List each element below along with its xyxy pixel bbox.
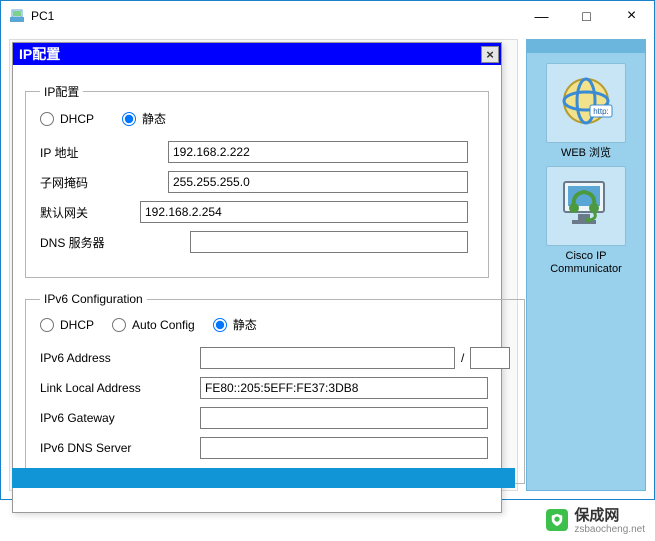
ipv6-addr-input[interactable] [200, 347, 455, 369]
ipv4-fieldset: IP配置 DHCP 静态 IP 地址 [25, 83, 489, 278]
gateway-label: 默认网关 [40, 204, 140, 221]
ipv6-auto-radio[interactable]: Auto Config [112, 318, 195, 332]
ipv6-prefix-slash: / [461, 351, 464, 365]
link-local-label: Link Local Address [40, 381, 200, 395]
ipv4-dhcp-radio-input[interactable] [40, 112, 54, 126]
ipv6-dhcp-radio-input[interactable] [40, 318, 54, 332]
window-controls: — □ × [519, 2, 654, 30]
bottom-bar [12, 468, 515, 488]
dialog-body: IP配置 DHCP 静态 IP 地址 [13, 65, 501, 512]
ipv6-static-radio-input[interactable] [213, 318, 227, 332]
ipv4-static-radio-input[interactable] [122, 112, 136, 126]
desktop-sidebar: http: WEB 浏览 [526, 39, 646, 491]
ipv6-dhcp-label: DHCP [60, 318, 94, 332]
cisco-communicator-icon [546, 166, 626, 246]
content-area: IP配置 × IP配置 DHCP 静态 [1, 31, 654, 499]
ipv6-auto-radio-input[interactable] [112, 318, 126, 332]
link-local-input[interactable] [200, 377, 488, 399]
left-pane: IP配置 × IP配置 DHCP 静态 [9, 39, 518, 491]
ipv6-dhcp-radio[interactable]: DHCP [40, 318, 94, 332]
ipv4-radio-row: DHCP 静态 [40, 110, 474, 127]
watermark-text: 保成网 [574, 507, 619, 524]
ipv6-dns-input[interactable] [200, 437, 488, 459]
ipv4-static-radio[interactable]: 静态 [122, 110, 166, 127]
web-browser-icon: http: [546, 63, 626, 143]
dns-label: DNS 服务器 [40, 234, 190, 251]
window-title: PC1 [31, 9, 54, 23]
svg-text:http:: http: [593, 107, 609, 116]
watermark: 保成网 zsbaocheng.net [546, 504, 645, 535]
ipv4-dhcp-radio[interactable]: DHCP [40, 112, 94, 126]
titlebar: PC1 — □ × [1, 1, 654, 31]
ipv6-static-radio[interactable]: 静态 [213, 316, 257, 333]
dns-input[interactable] [190, 231, 468, 253]
shield-icon [546, 509, 568, 531]
ipv4-legend: IP配置 [40, 83, 83, 100]
shortcut-label: WEB 浏览 [561, 147, 611, 160]
ipv6-prefix-input[interactable] [470, 347, 510, 369]
ipv6-addr-label: IPv6 Address [40, 351, 200, 365]
dialog-title: IP配置 [19, 44, 60, 64]
shortcut-web-browser[interactable]: http: WEB 浏览 [546, 63, 626, 160]
ipv6-legend: IPv6 Configuration [40, 292, 147, 306]
subnet-mask-input[interactable] [168, 171, 468, 193]
app-icon [9, 8, 25, 24]
ipv6-gateway-input[interactable] [200, 407, 488, 429]
subnet-mask-label: 子网掩码 [40, 174, 168, 191]
ip-config-dialog: IP配置 × IP配置 DHCP 静态 [12, 42, 502, 513]
ipv6-auto-label: Auto Config [132, 318, 195, 332]
ipv6-dns-label: IPv6 DNS Server [40, 441, 200, 455]
shortcut-label: Cisco IP Communicator [531, 250, 641, 276]
ipv4-static-label: 静态 [142, 110, 166, 127]
gateway-input[interactable] [140, 201, 468, 223]
dialog-close-button[interactable]: × [481, 46, 499, 63]
shortcut-cisco-communicator[interactable]: Cisco IP Communicator [531, 166, 641, 276]
maximize-button[interactable]: □ [564, 2, 609, 30]
dialog-titlebar[interactable]: IP配置 × [13, 43, 501, 65]
ip-address-input[interactable] [168, 141, 468, 163]
watermark-sub: zsbaocheng.net [574, 524, 645, 535]
ipv6-static-label: 静态 [233, 316, 257, 333]
ip-address-label: IP 地址 [40, 144, 168, 161]
ipv4-dhcp-label: DHCP [60, 112, 94, 126]
main-window: PC1 — □ × IP配置 × IP配置 [0, 0, 655, 500]
ipv6-fieldset: IPv6 Configuration DHCP Auto Config [25, 292, 525, 484]
minimize-button[interactable]: — [519, 2, 564, 30]
close-button[interactable]: × [609, 2, 654, 30]
ipv6-radio-row: DHCP Auto Config 静态 [40, 316, 510, 333]
ipv6-gateway-label: IPv6 Gateway [40, 411, 200, 425]
